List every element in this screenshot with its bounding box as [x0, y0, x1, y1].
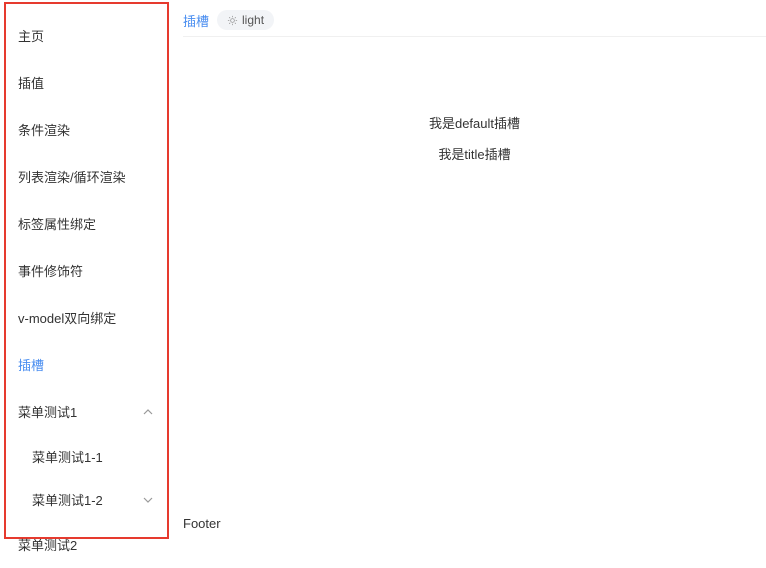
chevron-up-icon: [141, 405, 155, 419]
slot-title-text: 我是title插槽: [438, 144, 510, 163]
sidebar-item-label: 菜单测试2: [18, 538, 77, 553]
sidebar-item-home[interactable]: 主页: [18, 12, 155, 59]
sidebar-item-attr-bind[interactable]: 标签属性绑定: [18, 200, 155, 247]
sidebar-item-label: 标签属性绑定: [18, 217, 96, 232]
breadcrumb[interactable]: 插槽: [183, 11, 209, 30]
sidebar-item-label: 条件渲染: [18, 123, 70, 138]
sidebar-item-event-mod[interactable]: 事件修饰符: [18, 247, 155, 294]
sidebar-subitem-menu-test1-1[interactable]: 菜单测试1-1: [18, 435, 155, 478]
slot-default-text: 我是default插槽: [429, 113, 520, 132]
sidebar-item-menu-test1[interactable]: 菜单测试1: [18, 388, 155, 435]
sidebar-item-label: 插值: [18, 76, 44, 91]
sidebar: 主页 插值 条件渲染 列表渲染/循环渲染 标签属性绑定 事件修饰符 v-mode…: [4, 2, 169, 539]
footer: Footer: [183, 510, 766, 541]
chevron-down-icon: [141, 493, 155, 507]
sidebar-item-label: v-model双向绑定: [18, 311, 116, 326]
sidebar-item-list-render[interactable]: 列表渲染/循环渲染: [18, 153, 155, 200]
content: 我是default插槽 我是title插槽: [183, 37, 766, 510]
main: 插槽 light 我是default插槽 我是title插槽 Footer: [169, 0, 766, 541]
sidebar-item-label: 菜单测试1: [18, 402, 77, 421]
sidebar-item-conditional[interactable]: 条件渲染: [18, 106, 155, 153]
sun-icon: [227, 15, 238, 26]
footer-text: Footer: [183, 516, 221, 531]
sidebar-item-menu-test2[interactable]: 菜单测试2: [18, 521, 155, 568]
sidebar-item-slot[interactable]: 插槽: [18, 341, 155, 388]
sidebar-item-label: 菜单测试1-1: [32, 450, 103, 465]
sidebar-item-vmodel[interactable]: v-model双向绑定: [18, 294, 155, 341]
sidebar-item-label: 菜单测试1-2: [32, 490, 103, 509]
sidebar-item-label: 插槽: [18, 358, 44, 373]
sidebar-subitem-menu-test1-2[interactable]: 菜单测试1-2: [18, 478, 155, 521]
theme-toggle-label: light: [242, 13, 264, 27]
topbar: 插槽 light: [183, 0, 766, 37]
theme-toggle-button[interactable]: light: [217, 10, 274, 30]
sidebar-item-label: 列表渲染/循环渲染: [18, 170, 126, 185]
sidebar-item-label: 事件修饰符: [18, 264, 83, 279]
sidebar-item-interpolation[interactable]: 插值: [18, 59, 155, 106]
sidebar-item-label: 主页: [18, 29, 44, 44]
